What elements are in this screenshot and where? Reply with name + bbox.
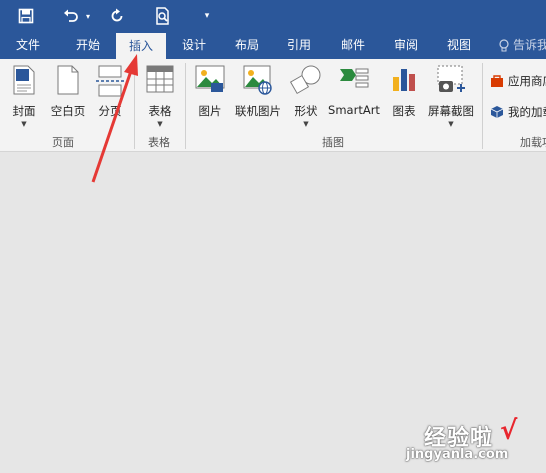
watermark-url: jingyanla.com [406,447,509,462]
annotation-arrow [91,54,138,183]
watermark-check: √ [500,416,518,446]
